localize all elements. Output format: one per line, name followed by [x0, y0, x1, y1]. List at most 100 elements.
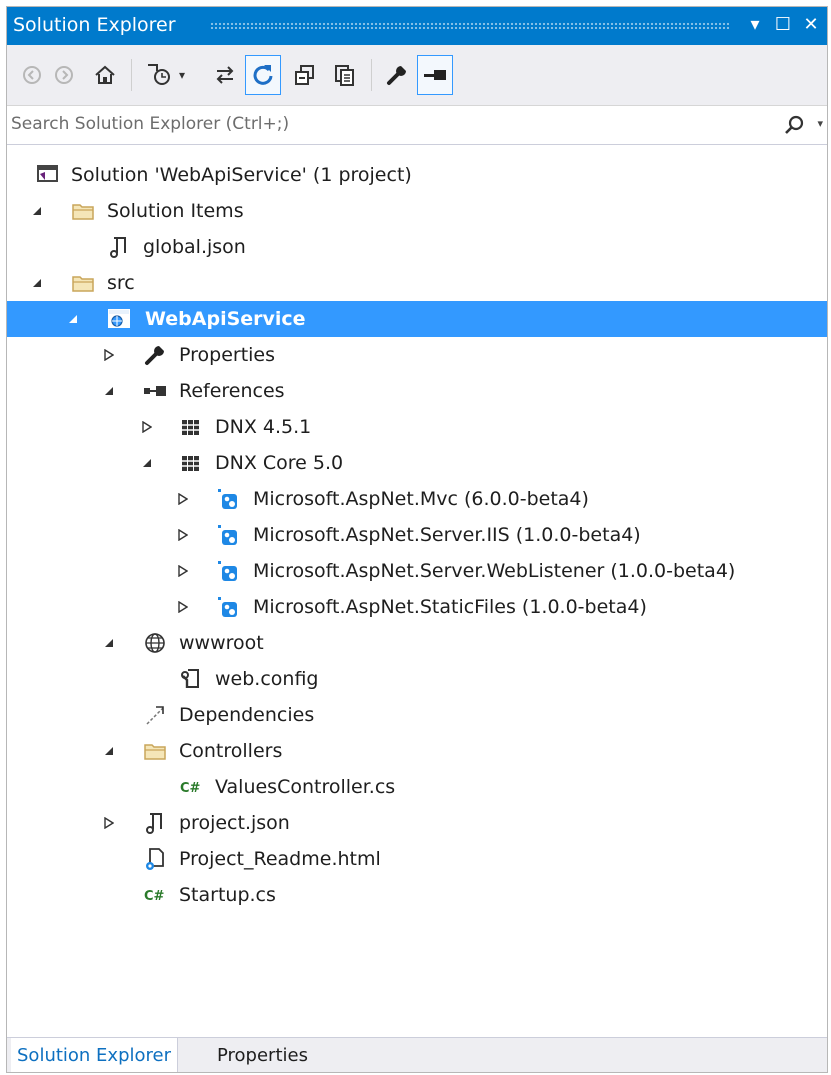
tree-item-properties[interactable]: Properties [7, 337, 827, 373]
tree-item-label: global.json [143, 236, 246, 258]
tree-item-label: ValuesController.cs [215, 776, 396, 798]
tree-item-label: Startup.cs [179, 884, 276, 906]
preview-selected-items-button[interactable] [417, 55, 453, 95]
tree-item-label: References [179, 380, 285, 402]
tree-item-package-server-weblistener[interactable]: Microsoft.AspNet.Server.WebListener (1.0… [7, 553, 827, 589]
home-icon [95, 65, 115, 84]
web-project-icon [105, 301, 133, 337]
nuget-package-icon [213, 589, 241, 625]
sync-arrows-icon [216, 66, 234, 84]
tree-item-controllers[interactable]: Controllers [7, 733, 827, 769]
expanded-arrow-icon[interactable] [139, 445, 155, 481]
tree-item-label: Controllers [179, 740, 283, 762]
search-icon[interactable] [783, 114, 805, 136]
svg-text:C#: C# [144, 889, 165, 904]
tree-item-label: Microsoft.AspNet.Server.IIS (1.0.0-beta4… [253, 524, 641, 546]
refresh-button[interactable] [245, 55, 281, 95]
references-icon [141, 373, 169, 409]
tree-item-valuescontroller[interactable]: C# ValuesController.cs [7, 769, 827, 805]
folder-icon [69, 265, 97, 301]
tree-item-global-json[interactable]: global.json [7, 229, 827, 265]
tab-solution-explorer[interactable]: Solution Explorer [11, 1038, 178, 1072]
tree-item-label: Properties [179, 344, 276, 366]
tree-item-solution[interactable]: Solution 'WebApiService' (1 project) [7, 157, 827, 193]
dependencies-icon [141, 697, 169, 733]
tree-item-wwwroot[interactable]: wwwroot [7, 625, 827, 661]
tree-item-label: web.config [215, 668, 319, 690]
collapsed-arrow-icon[interactable] [175, 517, 191, 553]
tree-item-references[interactable]: References [7, 373, 827, 409]
config-file-icon [177, 661, 205, 697]
tree-item-label: Solution 'WebApiService' (1 project) [71, 164, 412, 186]
window-position-dropdown-icon[interactable]: ▾ [743, 11, 767, 39]
solution-icon [33, 157, 61, 193]
forward-arrow-icon [55, 66, 73, 84]
tree-item-label: Project_Readme.html [179, 848, 381, 870]
filter-dropdown-icon[interactable]: ▾ [179, 68, 185, 82]
folder-icon [69, 193, 97, 229]
forward-button[interactable] [49, 55, 79, 95]
show-all-files-button[interactable] [327, 55, 363, 95]
nuget-package-icon [213, 553, 241, 589]
collapsed-arrow-icon[interactable] [101, 337, 117, 373]
expanded-arrow-icon[interactable] [65, 301, 81, 337]
tab-properties[interactable]: Properties [217, 1038, 308, 1072]
home-button[interactable] [87, 55, 123, 95]
expanded-arrow-icon[interactable] [101, 373, 117, 409]
globe-icon [141, 625, 169, 661]
framework-library-icon [177, 409, 205, 445]
collapsed-arrow-icon[interactable] [175, 481, 191, 517]
collapsed-arrow-icon[interactable] [175, 553, 191, 589]
close-icon[interactable]: ✕ [799, 11, 823, 39]
title-grip[interactable] [210, 22, 729, 29]
wrench-icon [141, 337, 169, 373]
search-input[interactable] [11, 110, 771, 138]
tree-item-dnx-core-50[interactable]: DNX Core 5.0 [7, 445, 827, 481]
expanded-arrow-icon[interactable] [101, 733, 117, 769]
collapse-all-button[interactable] [287, 55, 323, 95]
collapsed-arrow-icon[interactable] [175, 589, 191, 625]
properties-button[interactable] [379, 55, 415, 95]
expanded-arrow-icon[interactable] [101, 625, 117, 661]
bottom-tab-strip: Solution Explorer Properties [7, 1037, 827, 1072]
tree-item-label: DNX Core 5.0 [215, 452, 344, 474]
tree-item-label: src [107, 272, 135, 294]
search-options-dropdown-icon[interactable]: ▾ [817, 114, 823, 134]
tree-item-project-json[interactable]: project.json [7, 805, 827, 841]
expanded-arrow-icon[interactable] [29, 193, 45, 229]
tree-item-project-readme[interactable]: Project_Readme.html [7, 841, 827, 877]
show-all-files-icon [335, 65, 354, 86]
collapse-all-icon [295, 65, 314, 85]
sync-with-active-document-button[interactable] [207, 55, 243, 95]
expanded-arrow-icon[interactable] [29, 265, 45, 301]
maximize-icon[interactable]: ☐ [771, 11, 795, 39]
tree-item-label: Microsoft.AspNet.Server.WebListener (1.0… [253, 560, 736, 582]
solution-explorer-panel: Solution Explorer ▾ ☐ ✕ ▾ Search Solutio… [6, 6, 828, 1073]
collapsed-arrow-icon[interactable] [139, 409, 155, 445]
tree-item-web-config[interactable]: web.config [7, 661, 827, 697]
tree-item-package-staticfiles[interactable]: Microsoft.AspNet.StaticFiles (1.0.0-beta… [7, 589, 827, 625]
tree-item-package-mvc[interactable]: Microsoft.AspNet.Mvc (6.0.0-beta4) [7, 481, 827, 517]
clock-filter-icon [148, 64, 170, 85]
tree-item-package-server-iis[interactable]: Microsoft.AspNet.Server.IIS (1.0.0-beta4… [7, 517, 827, 553]
toolbar-separator [131, 59, 132, 91]
nuget-package-icon [213, 517, 241, 553]
pending-changes-filter-button[interactable]: ▾ [139, 55, 203, 95]
tree-item-dependencies[interactable]: Dependencies [7, 697, 827, 733]
tree-item-webapiservice-project[interactable]: WebApiService [7, 301, 827, 337]
search-bar: ▾ [7, 106, 827, 145]
tree-item-label: Microsoft.AspNet.Mvc (6.0.0-beta4) [253, 488, 589, 510]
csharp-file-icon: C# [177, 769, 205, 805]
tree-item-startup[interactable]: C# Startup.cs [7, 877, 827, 913]
back-button[interactable] [17, 55, 47, 95]
tree-item-dnx-451[interactable]: DNX 4.5.1 [7, 409, 827, 445]
tree-item-solution-items[interactable]: Solution Items [7, 193, 827, 229]
panel-title-bar[interactable]: Solution Explorer ▾ ☐ ✕ [7, 7, 827, 45]
collapsed-arrow-icon[interactable] [101, 805, 117, 841]
json-file-icon [141, 805, 169, 841]
tree-item-src[interactable]: src [7, 265, 827, 301]
back-arrow-icon [23, 66, 41, 84]
tree-item-label: WebApiService [145, 308, 306, 330]
toolbar: ▾ [7, 45, 827, 106]
preview-icon [424, 70, 446, 80]
